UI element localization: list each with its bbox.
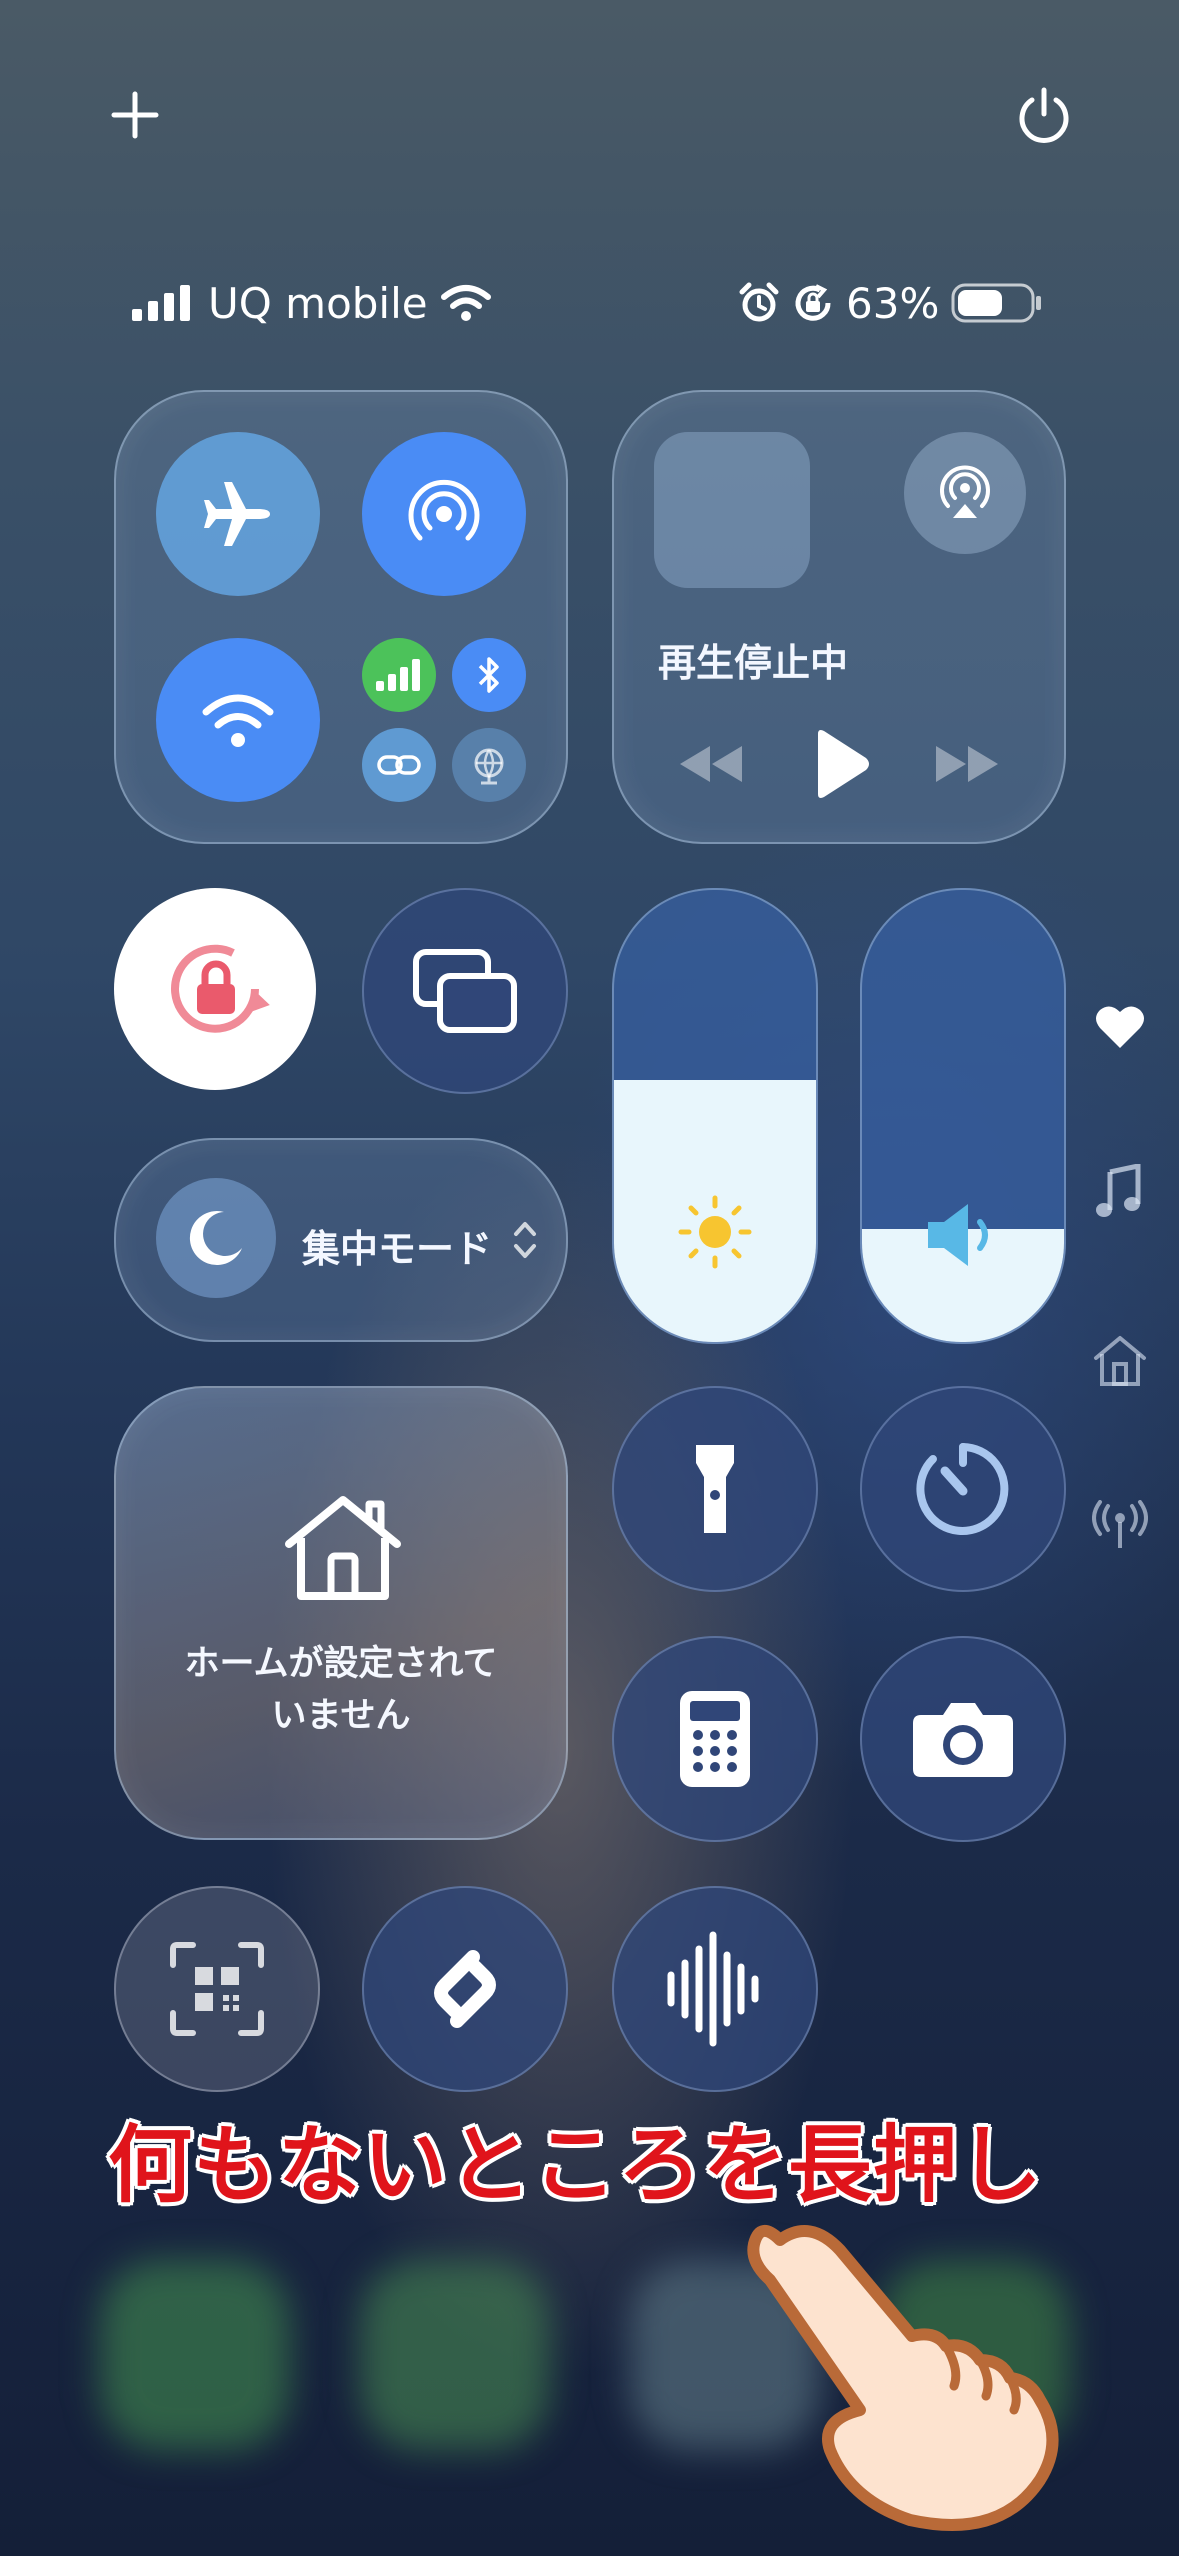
camera-button[interactable] — [860, 1636, 1066, 1842]
cellular-icon — [376, 659, 420, 691]
rewind-button[interactable] — [676, 742, 746, 786]
timer-button[interactable] — [860, 1386, 1066, 1592]
airdrop-toggle[interactable] — [362, 432, 526, 596]
rewind-icon — [680, 746, 742, 782]
volume-slider[interactable] — [860, 888, 1066, 1344]
flashlight-icon — [696, 1445, 734, 1533]
fast-forward-button[interactable] — [932, 742, 1002, 786]
home-panel[interactable]: ホームが設定されて いません — [114, 1386, 568, 1840]
camera-icon — [913, 1703, 1013, 1777]
album-artwork — [654, 432, 810, 588]
dock-app-blurred — [360, 2260, 550, 2450]
brightness-slider[interactable] — [612, 888, 818, 1344]
airplay-button[interactable] — [904, 432, 1026, 554]
timer-icon — [916, 1443, 1009, 1535]
calculator-button[interactable] — [612, 1636, 818, 1842]
pointing-hand-icon — [740, 2210, 1080, 2540]
vpn-toggle[interactable] — [452, 728, 526, 802]
connectivity-page-icon[interactable] — [1092, 1500, 1148, 1550]
plus-icon — [111, 91, 159, 139]
play-icon — [818, 730, 869, 798]
power-button[interactable] — [1016, 86, 1072, 146]
home-text-line2: いません — [271, 1696, 411, 1736]
code-scanner-button[interactable] — [114, 1886, 320, 2092]
connectivity-panel[interactable] — [114, 390, 568, 844]
battery-percent: 63% — [846, 278, 940, 328]
airplay-audio-icon — [940, 465, 990, 518]
now-playing-panel[interactable]: 再生停止中 — [612, 390, 1066, 844]
bluetooth-icon — [478, 657, 499, 693]
home-page-icon[interactable] — [1092, 1334, 1148, 1388]
playback-status: 再生停止中 — [658, 641, 849, 685]
moon-icon — [156, 1178, 276, 1298]
airplane-icon — [204, 482, 270, 546]
qr-code-icon — [170, 1942, 264, 2036]
wifi-icon — [440, 285, 491, 321]
wifi-icon — [202, 694, 274, 747]
airplane-mode-toggle[interactable] — [156, 432, 320, 596]
chevron-up-down-icon — [512, 1218, 538, 1262]
home-not-configured-text: ホームが設定されて いません — [116, 1638, 566, 1742]
screen-mirroring-icon — [413, 949, 517, 1033]
personal-hotspot-toggle[interactable] — [362, 728, 436, 802]
fast-forward-icon — [936, 746, 998, 782]
calculator-icon — [680, 1691, 750, 1787]
speaker-icon — [924, 1200, 1004, 1270]
status-bar-right: 63% — [738, 278, 1043, 328]
shazam-button[interactable] — [362, 1886, 568, 2092]
focus-mode-label: 集中モード — [302, 1227, 493, 1271]
power-icon — [1019, 87, 1069, 143]
battery-icon — [951, 283, 1042, 323]
instruction-annotation: 何もないところを長押し — [108, 2116, 1044, 2214]
favorites-heart-icon[interactable] — [1094, 1002, 1146, 1050]
home-icon — [281, 1492, 405, 1602]
rotation-lock-icon — [795, 284, 831, 321]
music-note-icon[interactable] — [1094, 1164, 1142, 1220]
home-text-line1: ホームが設定されて — [184, 1644, 498, 1684]
voice-memo-button[interactable] — [612, 1886, 818, 2092]
status-bar-left: UQ mobile — [132, 278, 492, 328]
screen-mirroring-button[interactable] — [362, 888, 568, 1094]
add-control-button[interactable] — [108, 88, 162, 142]
waveform-icon — [667, 1931, 759, 2047]
cellular-data-toggle[interactable] — [362, 638, 436, 712]
link-icon — [377, 755, 421, 775]
rotation-lock-icon — [171, 944, 270, 1033]
bluetooth-toggle[interactable] — [452, 638, 526, 712]
airdrop-icon — [408, 479, 480, 541]
alarm-icon — [739, 282, 779, 322]
globe-icon — [474, 748, 504, 785]
orientation-lock-toggle[interactable] — [114, 888, 316, 1090]
play-button[interactable] — [810, 728, 872, 800]
signal-icon — [132, 285, 190, 321]
wifi-toggle[interactable] — [156, 638, 320, 802]
focus-mode-button[interactable]: 集中モード — [114, 1138, 568, 1342]
dock-app-blurred — [100, 2260, 290, 2450]
sun-icon — [677, 1194, 753, 1270]
flashlight-button[interactable] — [612, 1386, 818, 1592]
shazam-icon — [434, 1950, 496, 2028]
carrier-name: UQ mobile — [208, 278, 428, 328]
